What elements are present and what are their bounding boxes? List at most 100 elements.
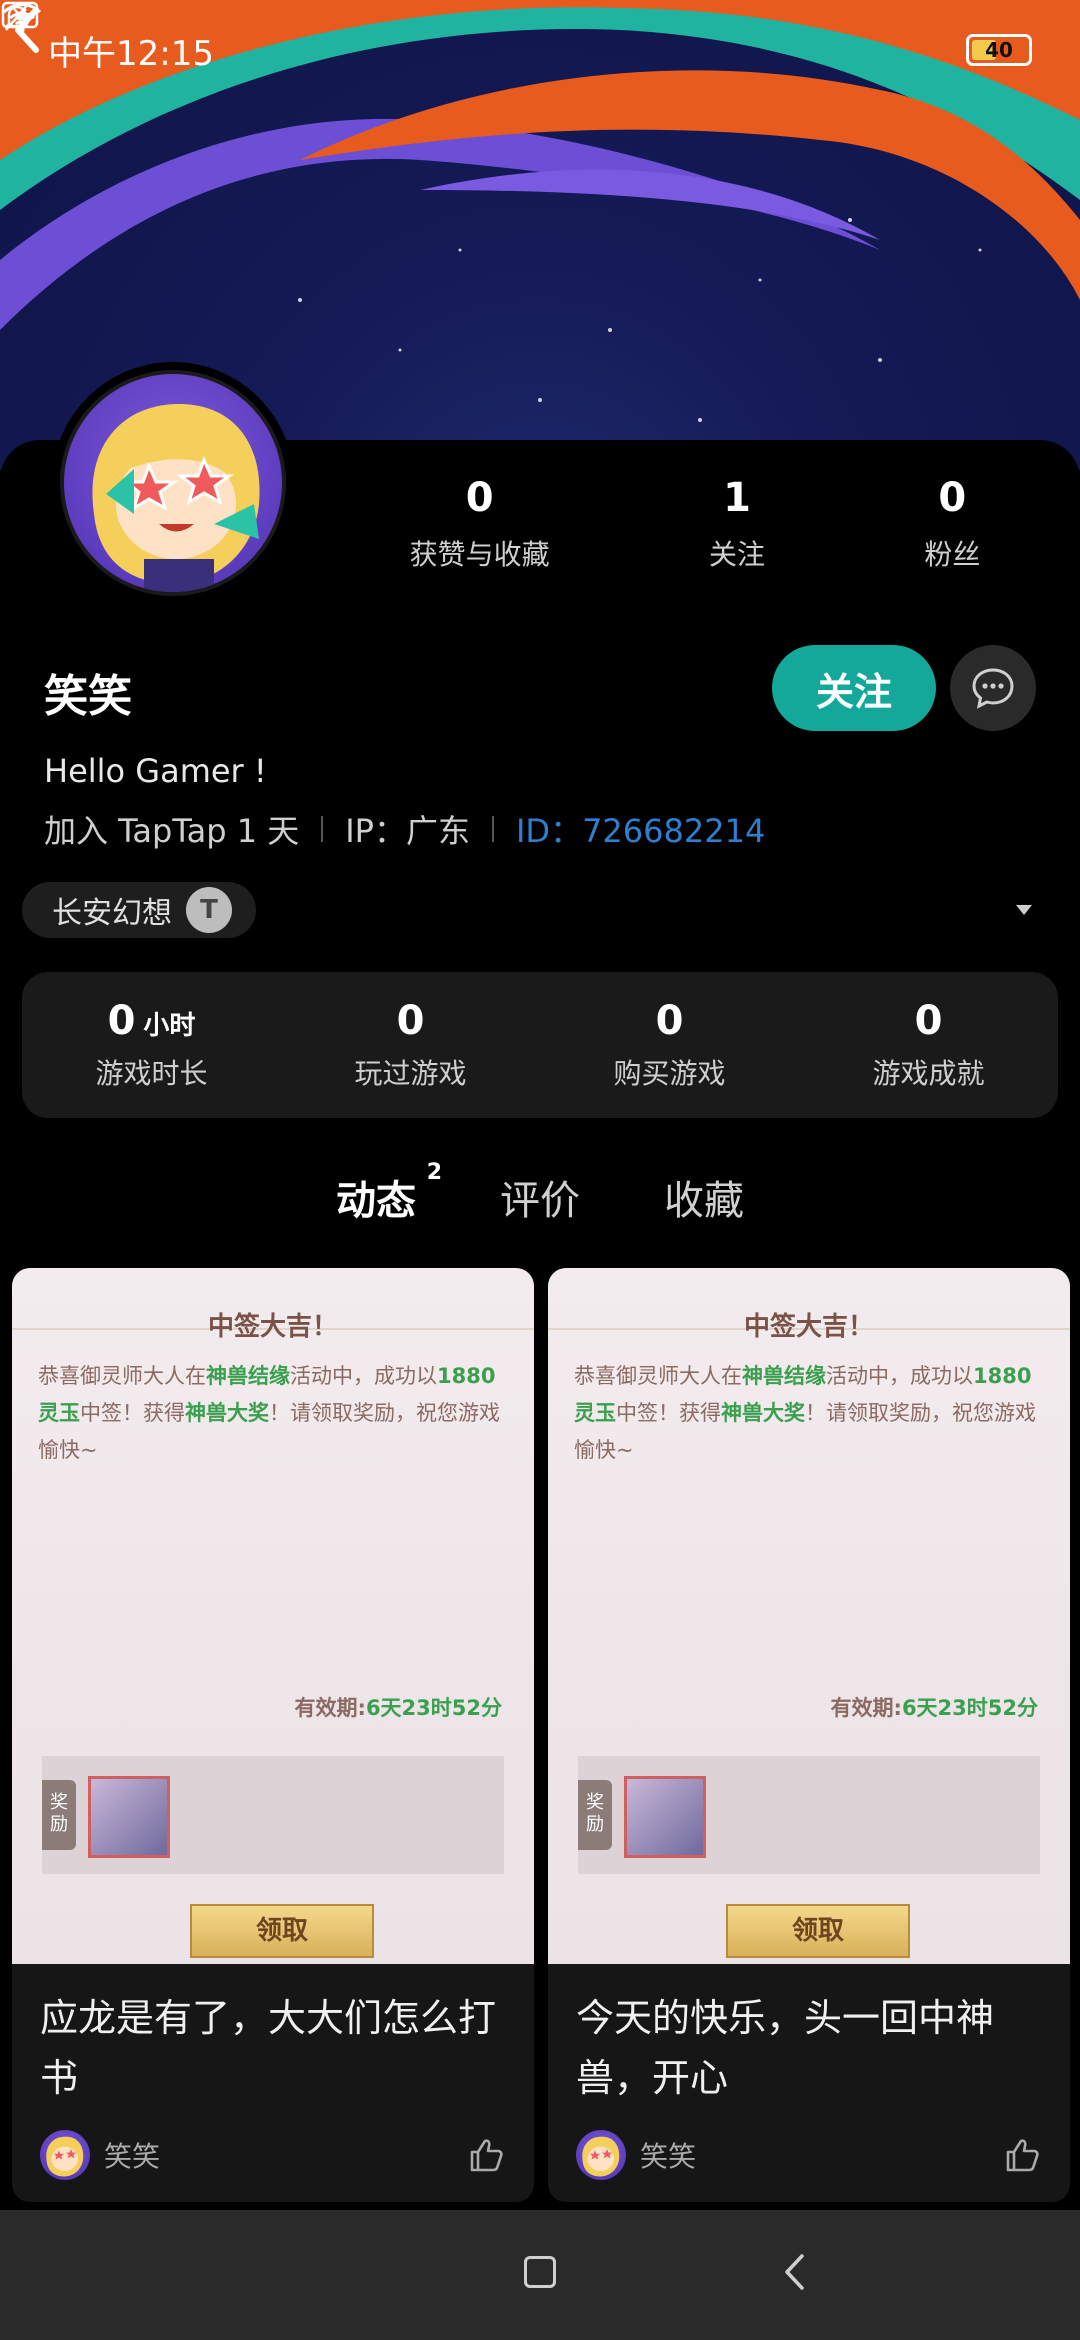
- avatar-character-icon: [46, 2136, 84, 2177]
- avatar-character-icon: [92, 404, 260, 592]
- stat-number: 1: [723, 475, 751, 521]
- home-square-icon[interactable]: [524, 2256, 556, 2288]
- user-name: 笑笑: [44, 671, 132, 722]
- ip-location: IP：广东: [345, 812, 470, 850]
- system-back-icon[interactable]: [782, 2252, 806, 2292]
- tab-feed-count: 2: [426, 1160, 442, 1185]
- validity-value: 6天23时52分: [901, 1696, 1038, 1720]
- author-avatar[interactable]: [40, 2130, 90, 2180]
- status-bar: 中午12:15 40: [0, 0, 1080, 100]
- feed-card[interactable]: 中签大吉！ 恭喜御灵师大人在神兽结缘活动中，成功以1880灵玉中签！获得神兽大奖…: [12, 1268, 534, 2202]
- reward-tag: 奖励: [578, 1780, 612, 1850]
- card-image-title: 中签大吉！: [743, 1312, 874, 1342]
- taptap-badge-icon: T: [186, 887, 232, 933]
- avatar-image: [60, 370, 286, 596]
- author-avatar[interactable]: [576, 2130, 626, 2180]
- user-bio: Hello Gamer !: [44, 752, 267, 790]
- stat-bought-games[interactable]: 0 购买游戏: [613, 998, 725, 1092]
- thumbs-up-icon[interactable]: [1002, 2135, 1042, 2175]
- validity-value: 6天23时52分: [365, 1696, 502, 1720]
- reward-item-icon: [88, 1776, 170, 1858]
- card-author[interactable]: 笑笑: [640, 2135, 1002, 2175]
- played-label: 玩过游戏: [354, 1057, 467, 1090]
- feed-card[interactable]: 中签大吉！ 恭喜御灵师大人在神兽结缘活动中，成功以1880灵玉中签！获得神兽大奖…: [548, 1268, 1070, 2202]
- stat-number: 0: [465, 475, 494, 521]
- card-image: 中签大吉！ 恭喜御灵师大人在神兽结缘活动中，成功以1880灵玉中签！获得神兽大奖…: [548, 1268, 1070, 1964]
- join-info: 加入 TapTap 1 天: [44, 812, 300, 850]
- playtime-number: 0: [107, 998, 136, 1044]
- achieve-number: 0: [914, 998, 943, 1044]
- reward-tag: 奖励: [42, 1780, 76, 1850]
- card-image-claim: 领取: [190, 1904, 374, 1958]
- stat-followers[interactable]: 0 粉丝: [924, 475, 980, 573]
- bought-label: 购买游戏: [613, 1057, 726, 1090]
- playtime-unit: 小时: [143, 1011, 196, 1041]
- user-meta: 加入 TapTap 1 天 IP：广东 ID：726682214: [44, 806, 765, 852]
- image-text-part: 恭喜御灵师大人在: [574, 1364, 742, 1388]
- image-text-prize: 神兽大奖: [721, 1401, 805, 1425]
- stat-achievements[interactable]: 0 游戏成就: [872, 998, 984, 1092]
- user-id[interactable]: ID：726682214: [516, 806, 765, 852]
- card-image-validity: 有效期:6天23时52分: [831, 1692, 1038, 1722]
- playtime-label: 游戏时长: [95, 1057, 208, 1090]
- battery-icon: 40: [966, 34, 1032, 66]
- follow-button[interactable]: 关注: [772, 645, 936, 731]
- game-chip-name: 长安幻想: [52, 896, 172, 931]
- card-image-reward: 奖励: [578, 1756, 1040, 1874]
- image-text-part: 恭喜御灵师大人在: [38, 1364, 206, 1388]
- message-button[interactable]: [950, 645, 1036, 731]
- tab-feed[interactable]: 动态 2: [336, 1160, 442, 1226]
- card-image-text: 恭喜御灵师大人在神兽结缘活动中，成功以1880灵玉中签！获得神兽大奖！请领取奖励…: [38, 1358, 508, 1469]
- card-image: 中签大吉！ 恭喜御灵师大人在神兽结缘活动中，成功以1880灵玉中签！获得神兽大奖…: [12, 1268, 534, 1964]
- played-number: 0: [396, 998, 425, 1044]
- stat-number: 0: [938, 475, 967, 521]
- divider: [321, 816, 324, 842]
- avatar-character-icon: [582, 2136, 620, 2177]
- image-text-prize: 神兽大奖: [185, 1401, 269, 1425]
- card-title: 今天的快乐，头一回中神兽，开心: [576, 1996, 995, 2100]
- stat-label: 关注: [708, 538, 765, 571]
- card-title: 应龙是有了，大大们怎么打书: [40, 1996, 497, 2100]
- profile-stats: 0 获赞与收藏 1 关注 0 粉丝: [330, 475, 1060, 573]
- card-image-reward: 奖励: [42, 1756, 504, 1874]
- game-stats-card: 0 小时 游戏时长 0 玩过游戏 0 购买游戏 0 游戏成就: [22, 972, 1058, 1118]
- profile-tabs: 动态 2 评价 收藏: [0, 1160, 1080, 1226]
- system-nav-bar: [0, 2210, 1080, 2340]
- tab-favorites[interactable]: 收藏: [664, 1168, 744, 1226]
- achieve-label: 游戏成就: [872, 1057, 985, 1090]
- image-text-part: 活动中，成功以: [290, 1364, 437, 1388]
- tab-reviews[interactable]: 评价: [500, 1168, 580, 1226]
- stat-label: 粉丝: [924, 538, 981, 571]
- card-image-claim: 领取: [726, 1904, 910, 1958]
- chat-bubble-icon: [972, 668, 1014, 709]
- reward-item-icon: [624, 1776, 706, 1858]
- image-text-part: 中签！获得: [80, 1401, 185, 1425]
- validity-label: 有效期:: [830, 1696, 902, 1720]
- more-options-icon[interactable]: [0, 0, 40, 60]
- stat-label: 获赞与收藏: [409, 538, 550, 571]
- image-text-part: 活动中，成功以: [826, 1364, 973, 1388]
- image-text-part: 中签！获得: [616, 1401, 721, 1425]
- avatar[interactable]: [52, 362, 294, 604]
- card-author[interactable]: 笑笑: [104, 2135, 466, 2175]
- bought-number: 0: [655, 998, 684, 1044]
- card-image-text: 恭喜御灵师大人在神兽结缘活动中，成功以1880灵玉中签！获得神兽大奖！请领取奖励…: [574, 1358, 1044, 1469]
- stat-following[interactable]: 1 关注: [709, 475, 765, 573]
- image-text-event: 神兽结缘: [742, 1364, 826, 1388]
- status-time: 中午12:15: [48, 33, 214, 74]
- card-footer: 笑笑: [40, 2130, 506, 2180]
- game-chip[interactable]: 长安幻想 T: [22, 882, 256, 938]
- image-text-event: 神兽结缘: [206, 1364, 290, 1388]
- tab-feed-label: 动态: [336, 1178, 416, 1224]
- thumbs-up-icon[interactable]: [466, 2135, 506, 2175]
- stat-likes-favorites[interactable]: 0 获赞与收藏: [410, 475, 550, 573]
- card-image-title: 中签大吉！: [207, 1312, 338, 1342]
- chevron-down-icon[interactable]: [1012, 900, 1036, 920]
- stat-played-games[interactable]: 0 玩过游戏: [354, 998, 466, 1092]
- validity-label: 有效期:: [294, 1696, 366, 1720]
- battery-level: 40: [985, 38, 1013, 62]
- divider: [491, 816, 494, 842]
- stat-playtime[interactable]: 0 小时 游戏时长: [95, 998, 207, 1092]
- card-image-validity: 有效期:6天23时52分: [295, 1692, 502, 1722]
- card-footer: 笑笑: [576, 2130, 1042, 2180]
